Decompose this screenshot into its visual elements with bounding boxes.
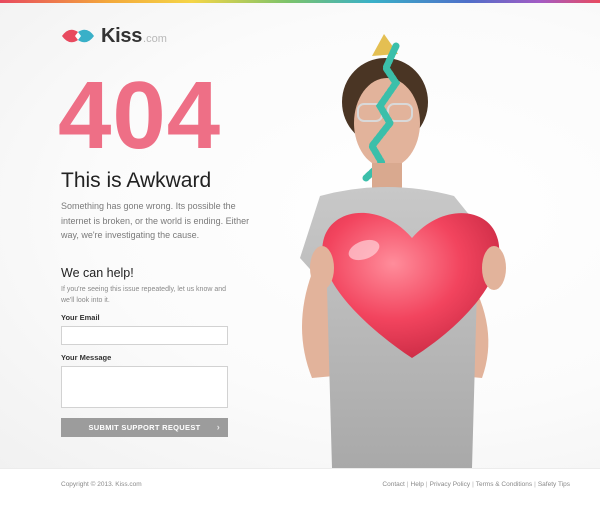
footer-links: Contact | Help | Privacy Policy | Terms … <box>382 481 570 488</box>
footer-separator: | <box>472 481 474 488</box>
footer-link-privacy-policy[interactable]: Privacy Policy <box>430 481 470 488</box>
page-title: This is Awkward <box>61 169 212 192</box>
footer-separator: | <box>534 481 536 488</box>
footer-link-help[interactable]: Help <box>411 481 424 488</box>
footer-link-contact[interactable]: Contact <box>382 481 404 488</box>
error-description: Something has gone wrong. Its possible t… <box>61 201 250 240</box>
footer-link-terms-conditions[interactable]: Terms & Conditions <box>476 481 532 488</box>
footer: Copyright © 2013. Kiss.com Contact | Hel… <box>0 468 600 507</box>
lips-logo-icon <box>62 29 94 43</box>
error-code: 404 <box>58 62 222 169</box>
copyright-text: Copyright © 2013. Kiss.com <box>61 481 142 488</box>
logo[interactable]: Kiss .com <box>61 24 167 48</box>
footer-link-safety-tips[interactable]: Safety Tips <box>538 481 570 488</box>
help-heading: We can help! <box>61 266 134 280</box>
message-label: Your Message <box>61 353 112 362</box>
footer-separator: | <box>425 481 428 488</box>
chevron-right-icon: › <box>216 422 220 432</box>
hero-photo <box>300 34 506 468</box>
email-label: Your Email <box>61 313 100 322</box>
email-field[interactable] <box>61 326 228 345</box>
help-description: If you're seeing this issue repeatedly, … <box>61 286 227 304</box>
footer-separator: | <box>406 481 409 488</box>
logo-suffix: .com <box>143 32 167 45</box>
submit-support-request-button[interactable]: SUBMIT SUPPORT REQUEST › <box>61 418 228 437</box>
logo-text: Kiss <box>101 24 143 47</box>
message-field[interactable] <box>61 366 228 408</box>
submit-button-label: SUBMIT SUPPORT REQUEST <box>88 423 201 432</box>
